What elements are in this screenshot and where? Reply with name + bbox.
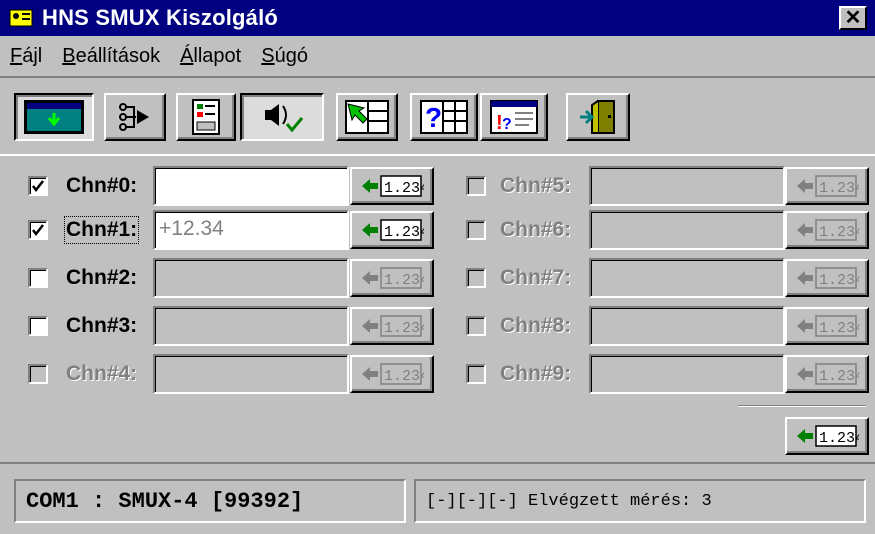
svg-text:1.234: 1.234 xyxy=(819,272,859,289)
svg-text:?: ? xyxy=(502,116,512,133)
sound-check-icon xyxy=(265,104,304,133)
channel-value-6 xyxy=(589,210,785,250)
svg-text:1.234: 1.234 xyxy=(819,180,859,197)
channel-send-button-5: 1.234 xyxy=(785,167,869,205)
app-icon xyxy=(8,7,34,29)
close-icon: ✕ xyxy=(844,7,862,29)
channel-send-button-8: 1.234 xyxy=(785,307,869,345)
channel-value-9 xyxy=(589,354,785,394)
toolbar-exit-button[interactable] xyxy=(566,93,630,141)
channel-row-7: Chn#7: 1.234 xyxy=(0,256,875,300)
toolbar-sound-check-button[interactable] xyxy=(240,93,324,141)
info-window-icon: ! ? xyxy=(490,100,538,134)
toolbar: ? ! ? xyxy=(0,76,875,156)
close-button[interactable]: ✕ xyxy=(839,6,867,30)
channel-value-8 xyxy=(589,306,785,346)
channel-list-icon xyxy=(119,103,149,131)
channel-row-5: Chn#5: 1.234 xyxy=(0,164,875,208)
channel-value-5 xyxy=(589,166,785,206)
svg-text:1.234: 1.234 xyxy=(819,320,859,337)
channel-label-9: Chn#9: xyxy=(500,362,572,385)
menu-bar: Fájl Beállítások Állapot Súgó xyxy=(0,36,875,76)
status-port: COM1 : SMUX-4 [99392] xyxy=(14,479,406,523)
svg-text:1.234: 1.234 xyxy=(819,430,859,447)
channel-label-6: Chn#6: xyxy=(500,218,572,241)
channel-checkbox-9 xyxy=(466,364,486,384)
channel-panel: Chn#0: 1.234 Chn#1: +12.34 1.234 xyxy=(0,156,875,462)
status-bar: COM1 : SMUX-4 [99392] [-][-][-] Elvégzet… xyxy=(0,462,875,534)
arrow-import-icon xyxy=(345,100,389,134)
toolbar-channels-button[interactable] xyxy=(104,93,166,141)
exit-door-icon xyxy=(580,100,615,134)
toolbar-info-button[interactable]: ! ? xyxy=(480,93,548,141)
monitor-icon xyxy=(24,100,84,134)
svg-text:1.234: 1.234 xyxy=(819,368,859,385)
svg-text:1.234: 1.234 xyxy=(819,224,859,241)
channel-send-button-9: 1.234 xyxy=(785,355,869,393)
window-title: HNS SMUX Kiszolgáló xyxy=(42,5,279,30)
channel-send-button-7: 1.234 xyxy=(785,259,869,297)
toolbar-help-table-button[interactable]: ? xyxy=(410,93,478,141)
toolbar-monitor-button[interactable] xyxy=(14,93,94,141)
channel-row-6: Chn#6: 1.234 xyxy=(0,208,875,252)
arrow-left-value-icon: 1.234 xyxy=(797,363,859,385)
arrow-left-value-icon: 1.234 xyxy=(797,219,859,241)
channel-row-8: Chn#8: 1.234 xyxy=(0,304,875,348)
menu-file[interactable]: Fájl xyxy=(10,45,42,68)
menu-settings[interactable]: Beállítások xyxy=(62,45,160,68)
arrow-left-value-icon: 1.234 xyxy=(797,315,859,337)
title-bar: HNS SMUX Kiszolgáló ✕ xyxy=(0,0,875,36)
separator xyxy=(738,405,866,407)
main-window: HNS SMUX Kiszolgáló ✕ Fájl Beállítások Á… xyxy=(0,0,875,534)
channel-checkbox-6 xyxy=(466,220,486,240)
channel-label-8: Chn#8: xyxy=(500,314,572,337)
arrow-left-value-icon: 1.234 xyxy=(797,175,859,197)
form-icon xyxy=(192,99,220,135)
svg-text:?: ? xyxy=(425,102,442,133)
channel-send-button-6: 1.234 xyxy=(785,211,869,249)
menu-help[interactable]: Súgó xyxy=(261,45,308,68)
status-message: [-][-][-] Elvégzett mérés: 3 xyxy=(414,479,866,523)
channel-label-7: Chn#7: xyxy=(500,266,572,289)
send-all-button[interactable]: 1.234 xyxy=(785,417,869,455)
channel-value-7 xyxy=(589,258,785,298)
arrow-left-value-icon: 1.234 xyxy=(797,267,859,289)
channel-checkbox-8 xyxy=(466,316,486,336)
channel-row-9: Chn#9: 1.234 xyxy=(0,352,875,396)
channel-checkbox-5 xyxy=(466,176,486,196)
toolbar-import-button[interactable] xyxy=(336,93,398,141)
channel-checkbox-7 xyxy=(466,268,486,288)
help-table-icon: ? xyxy=(420,100,468,134)
menu-status[interactable]: Állapot xyxy=(180,45,241,68)
toolbar-form-button[interactable] xyxy=(176,93,236,141)
channel-label-5: Chn#5: xyxy=(500,174,572,197)
arrow-left-value-icon: 1.234 xyxy=(797,425,859,447)
